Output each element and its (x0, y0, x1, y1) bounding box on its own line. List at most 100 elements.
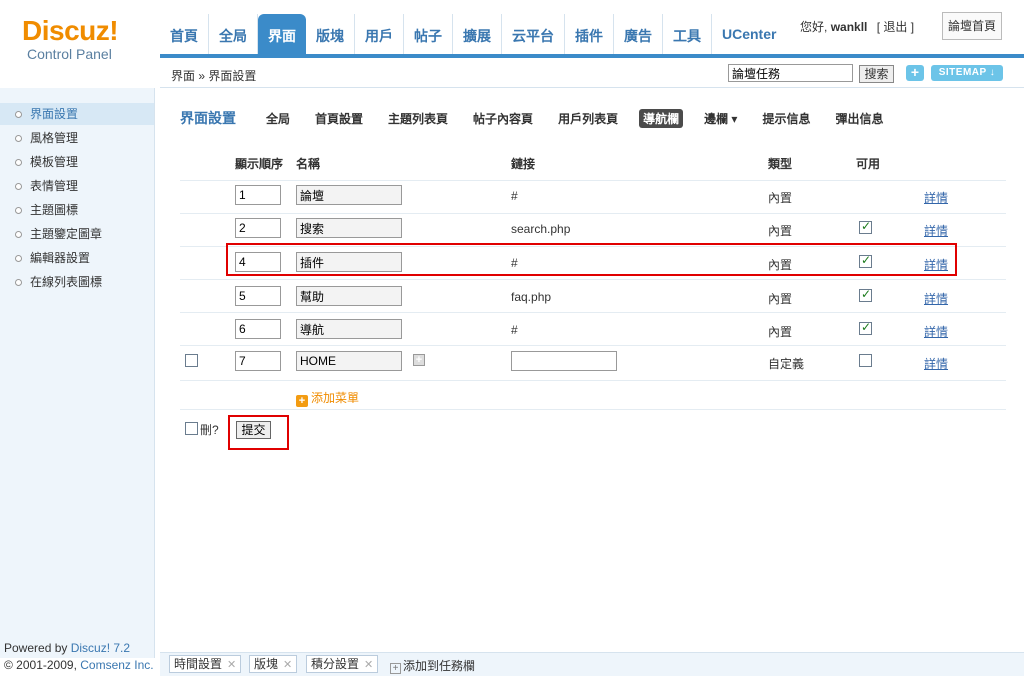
sidebar-item-styles[interactable]: 風格管理 (0, 127, 154, 149)
link-text: # (511, 323, 518, 337)
logo-sub: Control Panel (27, 46, 112, 62)
sidebar-item-online-icons[interactable]: 在線列表圖標 (0, 271, 154, 293)
header-order: 顯示順序 (235, 157, 284, 171)
enabled-checkbox[interactable] (859, 354, 872, 367)
discuz-link[interactable]: Discuz! 7.2 (71, 641, 130, 655)
order-input[interactable] (235, 218, 281, 238)
tab-popups[interactable]: 彈出信息 (831, 109, 887, 128)
nav-ads[interactable]: 廣告 (614, 14, 663, 58)
sidebar-item-smilies[interactable]: 表情管理 (0, 175, 154, 197)
enabled-checkbox[interactable] (859, 287, 872, 302)
sidebar-item-editor[interactable]: 編輯器設置 (0, 247, 154, 269)
task-forums[interactable]: 版塊 ✕ (249, 655, 298, 673)
name-input[interactable] (296, 218, 402, 238)
nav-cloud[interactable]: 云平台 (502, 14, 565, 58)
order-input[interactable] (235, 185, 281, 205)
link-text: search.php (511, 222, 571, 236)
detail-link[interactable]: 詳情 (924, 290, 948, 307)
detail-link[interactable]: 詳情 (924, 189, 948, 206)
nav-global[interactable]: 全局 (209, 14, 258, 58)
search-button[interactable]: 搜索 (859, 65, 894, 83)
link-text: faq.php (511, 290, 552, 304)
sidebar-item-interface-settings[interactable]: 界面設置 (0, 103, 154, 125)
sidebar-item-thread-icons[interactable]: 主題圖標 (0, 199, 154, 221)
close-icon[interactable]: ✕ (364, 659, 373, 671)
order-input[interactable] (235, 286, 281, 306)
table-row: + 自定義 詳情 (180, 346, 1006, 381)
header-type: 類型 (768, 157, 793, 171)
plus-icon: + (390, 663, 401, 674)
enabled-checkbox[interactable] (859, 219, 872, 234)
type-text: 內置 (768, 292, 793, 306)
username: wankll (830, 20, 868, 34)
nav-extend[interactable]: 擴展 (453, 14, 502, 58)
table-row: # 內置 詳情 (180, 181, 1006, 214)
delete-all-checkbox[interactable] (185, 422, 198, 435)
nav-users[interactable]: 用戶 (355, 14, 404, 58)
quick-search-input[interactable] (728, 64, 853, 82)
powered-text: Powered by (4, 641, 71, 655)
task-label: 積分設置 (311, 657, 360, 671)
table-header: 顯示順序 名稱 鏈接 類型 可用 (180, 148, 1006, 181)
header-enabled: 可用 (856, 157, 881, 171)
enabled-checkbox[interactable] (859, 320, 872, 335)
tab-sidebar[interactable]: 邊欄 ▾ (700, 109, 741, 128)
logout-link[interactable]: [ 退出 ] (877, 20, 914, 34)
task-time-settings[interactable]: 時間設置 ✕ (169, 655, 242, 673)
close-icon[interactable]: ✕ (283, 659, 292, 671)
sidebar-item-stamps[interactable]: 主題鑒定圖章 (0, 223, 154, 245)
nav-tools[interactable]: 工具 (663, 14, 712, 58)
link-input[interactable] (511, 351, 617, 371)
sidebar-item-templates[interactable]: 模板管理 (0, 151, 154, 173)
highlight-box-submit (228, 415, 289, 450)
tab-navbar[interactable]: 導航欄 (639, 108, 684, 128)
nav-posts[interactable]: 帖子 (404, 14, 453, 58)
header-name: 名稱 (296, 157, 321, 171)
header-link: 鏈接 (511, 157, 536, 171)
tab-post-view[interactable]: 帖子內容頁 (469, 109, 537, 128)
taskbar: 時間設置 ✕ 版塊 ✕ 積分設置 ✕ + 添加到任務欄 (160, 652, 1024, 676)
sub-nav: 界面設置 全局 首頁設置 主題列表頁 帖子內容頁 用戶列表頁 導航欄 邊欄 ▾ … (180, 108, 904, 128)
nav-forums[interactable]: 版塊 (306, 14, 355, 58)
task-label: 版塊 (254, 657, 279, 671)
order-input[interactable] (235, 319, 281, 339)
name-input[interactable] (296, 185, 402, 205)
breadcrumb: 界面 » 界面設置 (171, 69, 257, 83)
tab-member-list[interactable]: 用戶列表頁 (554, 109, 622, 128)
detail-link[interactable]: 詳情 (924, 323, 948, 340)
add-menu-link[interactable]: + 添加菜單 (296, 389, 359, 407)
add-to-taskbar[interactable]: + 添加到任務欄 (390, 657, 475, 674)
main-nav: 首頁 全局 界面 版塊 用戶 帖子 擴展 云平台 插件 廣告 工具 UCente… (160, 14, 786, 58)
task-credit-settings[interactable]: 積分設置 ✕ (306, 655, 379, 673)
type-text: 內置 (768, 224, 793, 238)
nav-plugins[interactable]: 插件 (565, 14, 614, 58)
nav-home[interactable]: 首頁 (160, 14, 209, 58)
close-icon[interactable]: ✕ (227, 659, 236, 671)
name-input[interactable] (296, 319, 402, 339)
add-menu-label: 添加菜單 (311, 391, 360, 405)
table-row: # 內置 詳情 (180, 313, 1006, 346)
nav-ucenter[interactable]: UCenter (712, 14, 786, 58)
name-input[interactable] (296, 351, 402, 371)
tab-index[interactable]: 首頁設置 (311, 109, 367, 128)
name-input[interactable] (296, 286, 402, 306)
add-icon: + (296, 395, 308, 407)
greeting: 您好, (800, 20, 828, 34)
page-title: 界面設置 (180, 110, 236, 126)
sitemap-button[interactable]: SITEMAP ↓ (931, 65, 1003, 81)
order-input[interactable] (235, 351, 281, 371)
detail-link[interactable]: 詳情 (924, 222, 948, 239)
detail-link[interactable]: 詳情 (924, 355, 948, 372)
forum-home-button[interactable]: 論壇首頁 (942, 12, 1002, 40)
highlight-box-row (226, 243, 957, 276)
add-to-taskbar-label: 添加到任務欄 (403, 659, 476, 673)
comsenz-link[interactable]: Comsenz Inc. (80, 658, 153, 672)
tab-messages[interactable]: 提示信息 (758, 109, 814, 128)
expand-plus-icon[interactable]: + (413, 354, 425, 366)
nav-interface[interactable]: 界面 (258, 14, 306, 58)
tab-global[interactable]: 全局 (262, 109, 294, 128)
logo[interactable]: Discuz! Control Panel (22, 16, 152, 63)
add-shortcut-icon[interactable]: + (906, 65, 924, 81)
tab-thread-list[interactable]: 主題列表頁 (384, 109, 452, 128)
delete-checkbox[interactable] (185, 354, 198, 367)
